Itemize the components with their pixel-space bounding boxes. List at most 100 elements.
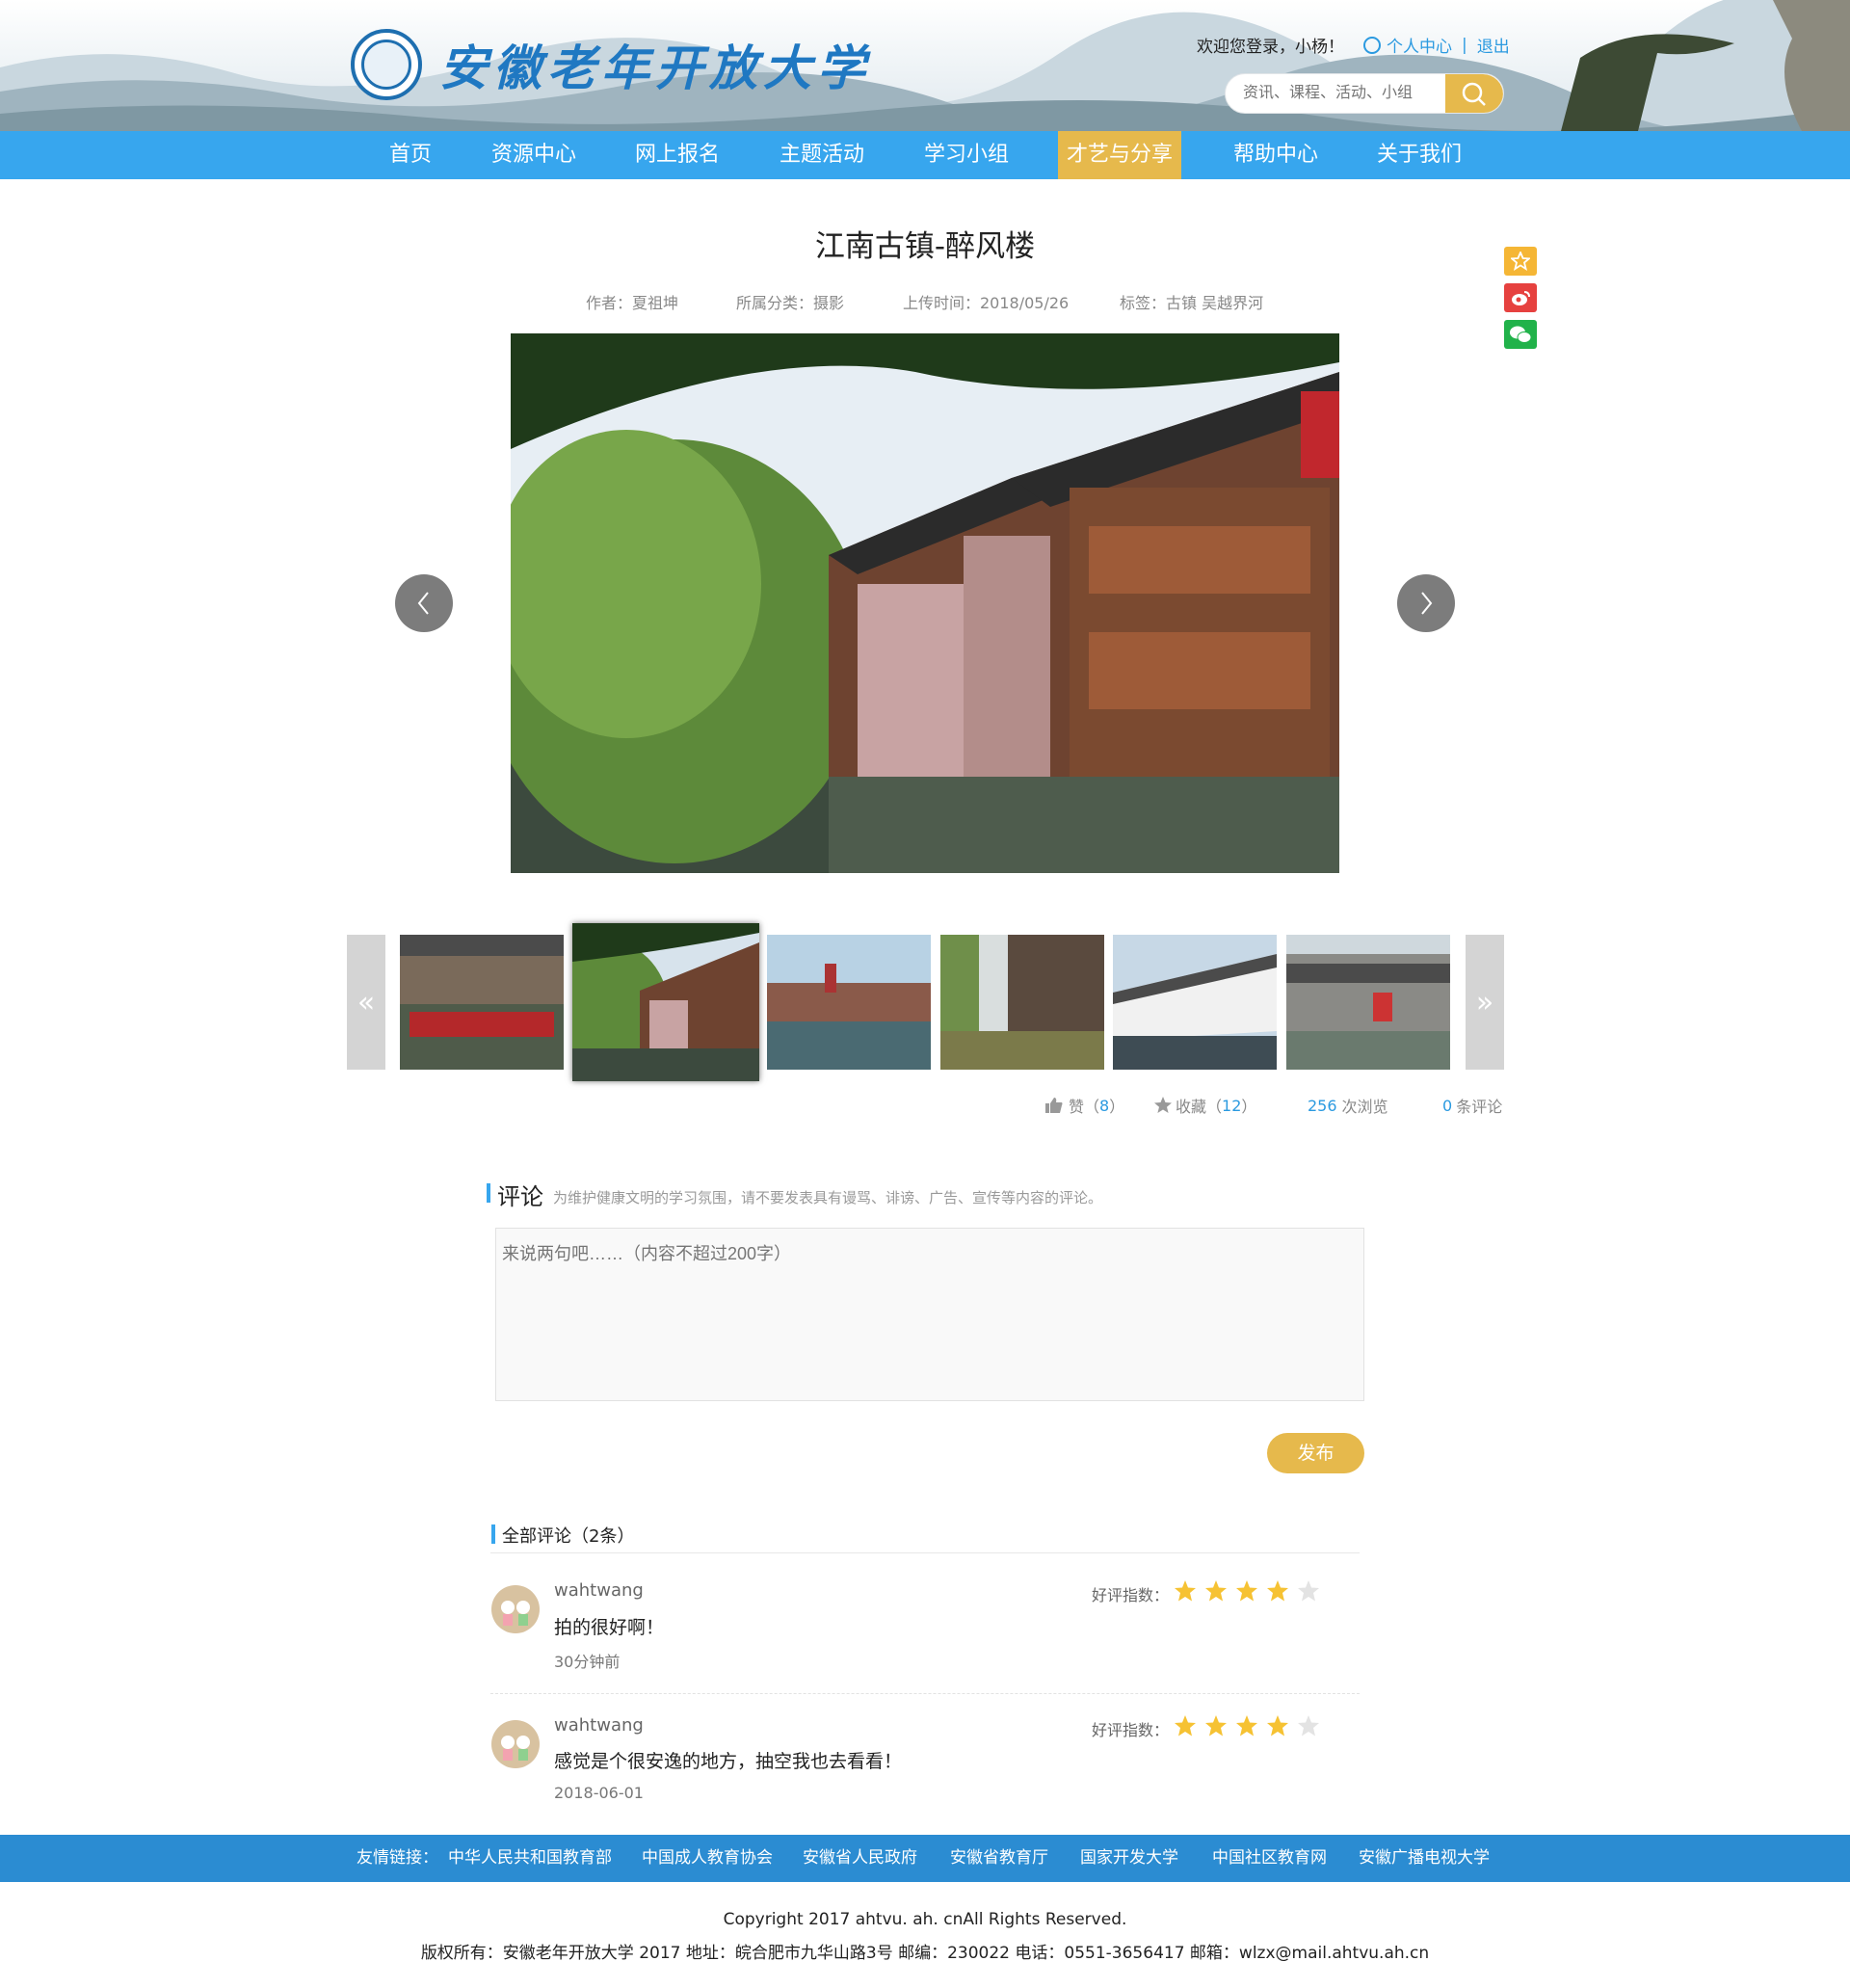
views-label: 次浏览 xyxy=(1341,1098,1388,1116)
favorite-button[interactable]: 收藏 （ 12 ） xyxy=(1153,1094,1256,1117)
nav-item-activities[interactable]: 主题活动 xyxy=(764,131,880,179)
friend-links-label: 友情链接： xyxy=(357,1848,438,1868)
comments-stat: 0 条评论 xyxy=(1442,1094,1502,1117)
search-button[interactable] xyxy=(1445,74,1503,113)
personal-center-link[interactable]: 个人中心 xyxy=(1387,33,1452,57)
thumbs-next-button[interactable]: » xyxy=(1466,935,1504,1070)
thumbnail-6[interactable] xyxy=(1286,935,1450,1070)
footer-info: 版权所有：安徽老年开放大学 2017 地址：皖合肥市九华山路3号 邮编：2300… xyxy=(420,1944,1430,1963)
star-icon xyxy=(1175,1715,1196,1736)
site-header: 安徽老年开放大学 欢迎您登录，小杨！ 个人中心 | 退出 xyxy=(0,0,1850,131)
tags-meta: 标签：古镇 吴越界河 xyxy=(1120,294,1264,312)
comment-time: 2018-06-01 xyxy=(554,1784,644,1802)
friend-link[interactable]: 国家开发大学 xyxy=(1080,1835,1178,1882)
mountain-backdrop xyxy=(0,0,1850,131)
main-photo xyxy=(511,333,1339,873)
like-button[interactable]: 赞 （ 8 ） xyxy=(1044,1094,1124,1117)
rating-label: 好评指数： xyxy=(1092,1586,1170,1604)
logo-text: 安徽老年开放大学 xyxy=(439,40,871,96)
like-close: ） xyxy=(1109,1098,1125,1116)
site-logo[interactable]: 安徽老年开放大学 xyxy=(351,29,871,100)
search-input[interactable] xyxy=(1226,84,1447,103)
nav-item-registration[interactable]: 网上报名 xyxy=(620,131,735,179)
chevron-left-icon xyxy=(417,592,429,615)
divider xyxy=(490,1693,1360,1694)
friend-links-bar: 友情链接： 中华人民共和国教育部 中国成人教育协会 安徽省人民政府 安徽省教育厅… xyxy=(0,1835,1850,1882)
favorite-share-button[interactable] xyxy=(1504,247,1537,276)
logout-link[interactable]: 退出 xyxy=(1477,33,1510,57)
search-box xyxy=(1225,73,1504,114)
weibo-icon xyxy=(1512,291,1530,305)
photo-prev-button[interactable] xyxy=(395,574,453,632)
comments-label: 条评论 xyxy=(1456,1098,1503,1116)
star-share-icon xyxy=(1511,252,1530,271)
author-meta: 作者：夏祖坤 xyxy=(586,294,679,312)
star-icon xyxy=(1298,1580,1319,1602)
wechat-share-button[interactable] xyxy=(1504,320,1537,349)
nav-item-about[interactable]: 关于我们 xyxy=(1361,131,1477,179)
friend-link[interactable]: 中华人民共和国教育部 xyxy=(448,1835,612,1882)
weibo-share-button[interactable] xyxy=(1504,283,1537,312)
thumbnail-4[interactable] xyxy=(940,935,1104,1070)
logo-emblem-icon xyxy=(351,29,422,100)
chevron-right-icon xyxy=(1421,592,1433,615)
like-label: 赞 xyxy=(1069,1098,1085,1116)
thumb-up-icon xyxy=(1045,1098,1063,1113)
comment-note: 为维护健康文明的学习氛围，请不要发表具有谩骂、诽谤、广告、宣传等内容的评论。 xyxy=(553,1189,1103,1206)
upload-time-meta: 上传时间：2018/05/26 xyxy=(903,294,1070,312)
friend-link[interactable]: 中国社区教育网 xyxy=(1212,1835,1327,1882)
comment-text: 感觉是个很安逸的地方，抽空我也去看看！ xyxy=(554,1751,903,1772)
comment-user[interactable]: wahtwang xyxy=(554,1580,644,1601)
friend-link[interactable]: 安徽省教育厅 xyxy=(950,1835,1048,1882)
all-comments-heading: 全部评论（2条） xyxy=(502,1526,635,1547)
friend-link[interactable]: 中国成人教育协会 xyxy=(642,1835,773,1882)
nav-item-study-groups[interactable]: 学习小组 xyxy=(909,131,1024,179)
nav-item-talent-sharing[interactable]: 才艺与分享 xyxy=(1058,131,1181,179)
like-open: （ xyxy=(1084,1098,1100,1116)
photo-next-button[interactable] xyxy=(1397,574,1455,632)
thumbnail-5[interactable] xyxy=(1113,935,1277,1070)
star-icon xyxy=(1205,1580,1227,1602)
star-icon xyxy=(1154,1097,1172,1113)
star-icon xyxy=(1236,1580,1257,1602)
nav-item-resources[interactable]: 资源中心 xyxy=(476,131,592,179)
like-count: 8 xyxy=(1099,1096,1110,1115)
comment-heading: 评论 xyxy=(497,1183,543,1210)
favorite-open: （ xyxy=(1206,1098,1223,1116)
nav-item-help[interactable]: 帮助中心 xyxy=(1218,131,1334,179)
star-icon xyxy=(1236,1715,1257,1736)
star-icon xyxy=(1298,1715,1319,1736)
comment-text: 拍的很好啊！ xyxy=(554,1617,665,1638)
category-meta: 所属分类：摄影 xyxy=(736,294,845,312)
favorite-label: 收藏 xyxy=(1176,1098,1207,1116)
favorite-close: ） xyxy=(1241,1098,1257,1116)
thumbs-prev-button[interactable]: « xyxy=(347,935,385,1070)
comment-time: 30分钟前 xyxy=(554,1653,621,1671)
star-icon xyxy=(1267,1580,1288,1602)
publish-button[interactable]: 发布 xyxy=(1267,1433,1364,1473)
rating-stars xyxy=(1174,1579,1328,1603)
comment-user[interactable]: wahtwang xyxy=(554,1715,644,1736)
thumbnail-3[interactable] xyxy=(767,935,931,1070)
thumbnail-1[interactable] xyxy=(400,935,564,1070)
search-icon xyxy=(1462,82,1486,106)
user-icon xyxy=(1363,36,1381,54)
views-stat: 256 次浏览 xyxy=(1308,1094,1388,1117)
star-icon xyxy=(1205,1715,1227,1736)
separator: | xyxy=(1462,35,1467,55)
friend-link[interactable]: 安徽省人民政府 xyxy=(803,1835,917,1882)
rating-stars xyxy=(1174,1714,1328,1737)
star-icon xyxy=(1175,1580,1196,1602)
main-nav: 首页 资源中心 网上报名 主题活动 学习小组 才艺与分享 帮助中心 关于我们 xyxy=(0,131,1850,179)
comments-count: 0 xyxy=(1442,1096,1453,1115)
divider xyxy=(490,1552,1360,1553)
welcome-text: 欢迎您登录，小杨！ xyxy=(1197,38,1344,57)
friend-link[interactable]: 安徽广播电视大学 xyxy=(1359,1835,1490,1882)
favorite-count: 12 xyxy=(1222,1096,1242,1115)
page-title: 江南古镇-醉风楼 xyxy=(814,229,1036,264)
rating-label: 好评指数： xyxy=(1092,1721,1170,1739)
star-icon xyxy=(1267,1715,1288,1736)
thumbnail-2[interactable] xyxy=(572,923,759,1081)
comment-input[interactable] xyxy=(495,1228,1364,1401)
nav-item-home[interactable]: 首页 xyxy=(370,131,451,179)
